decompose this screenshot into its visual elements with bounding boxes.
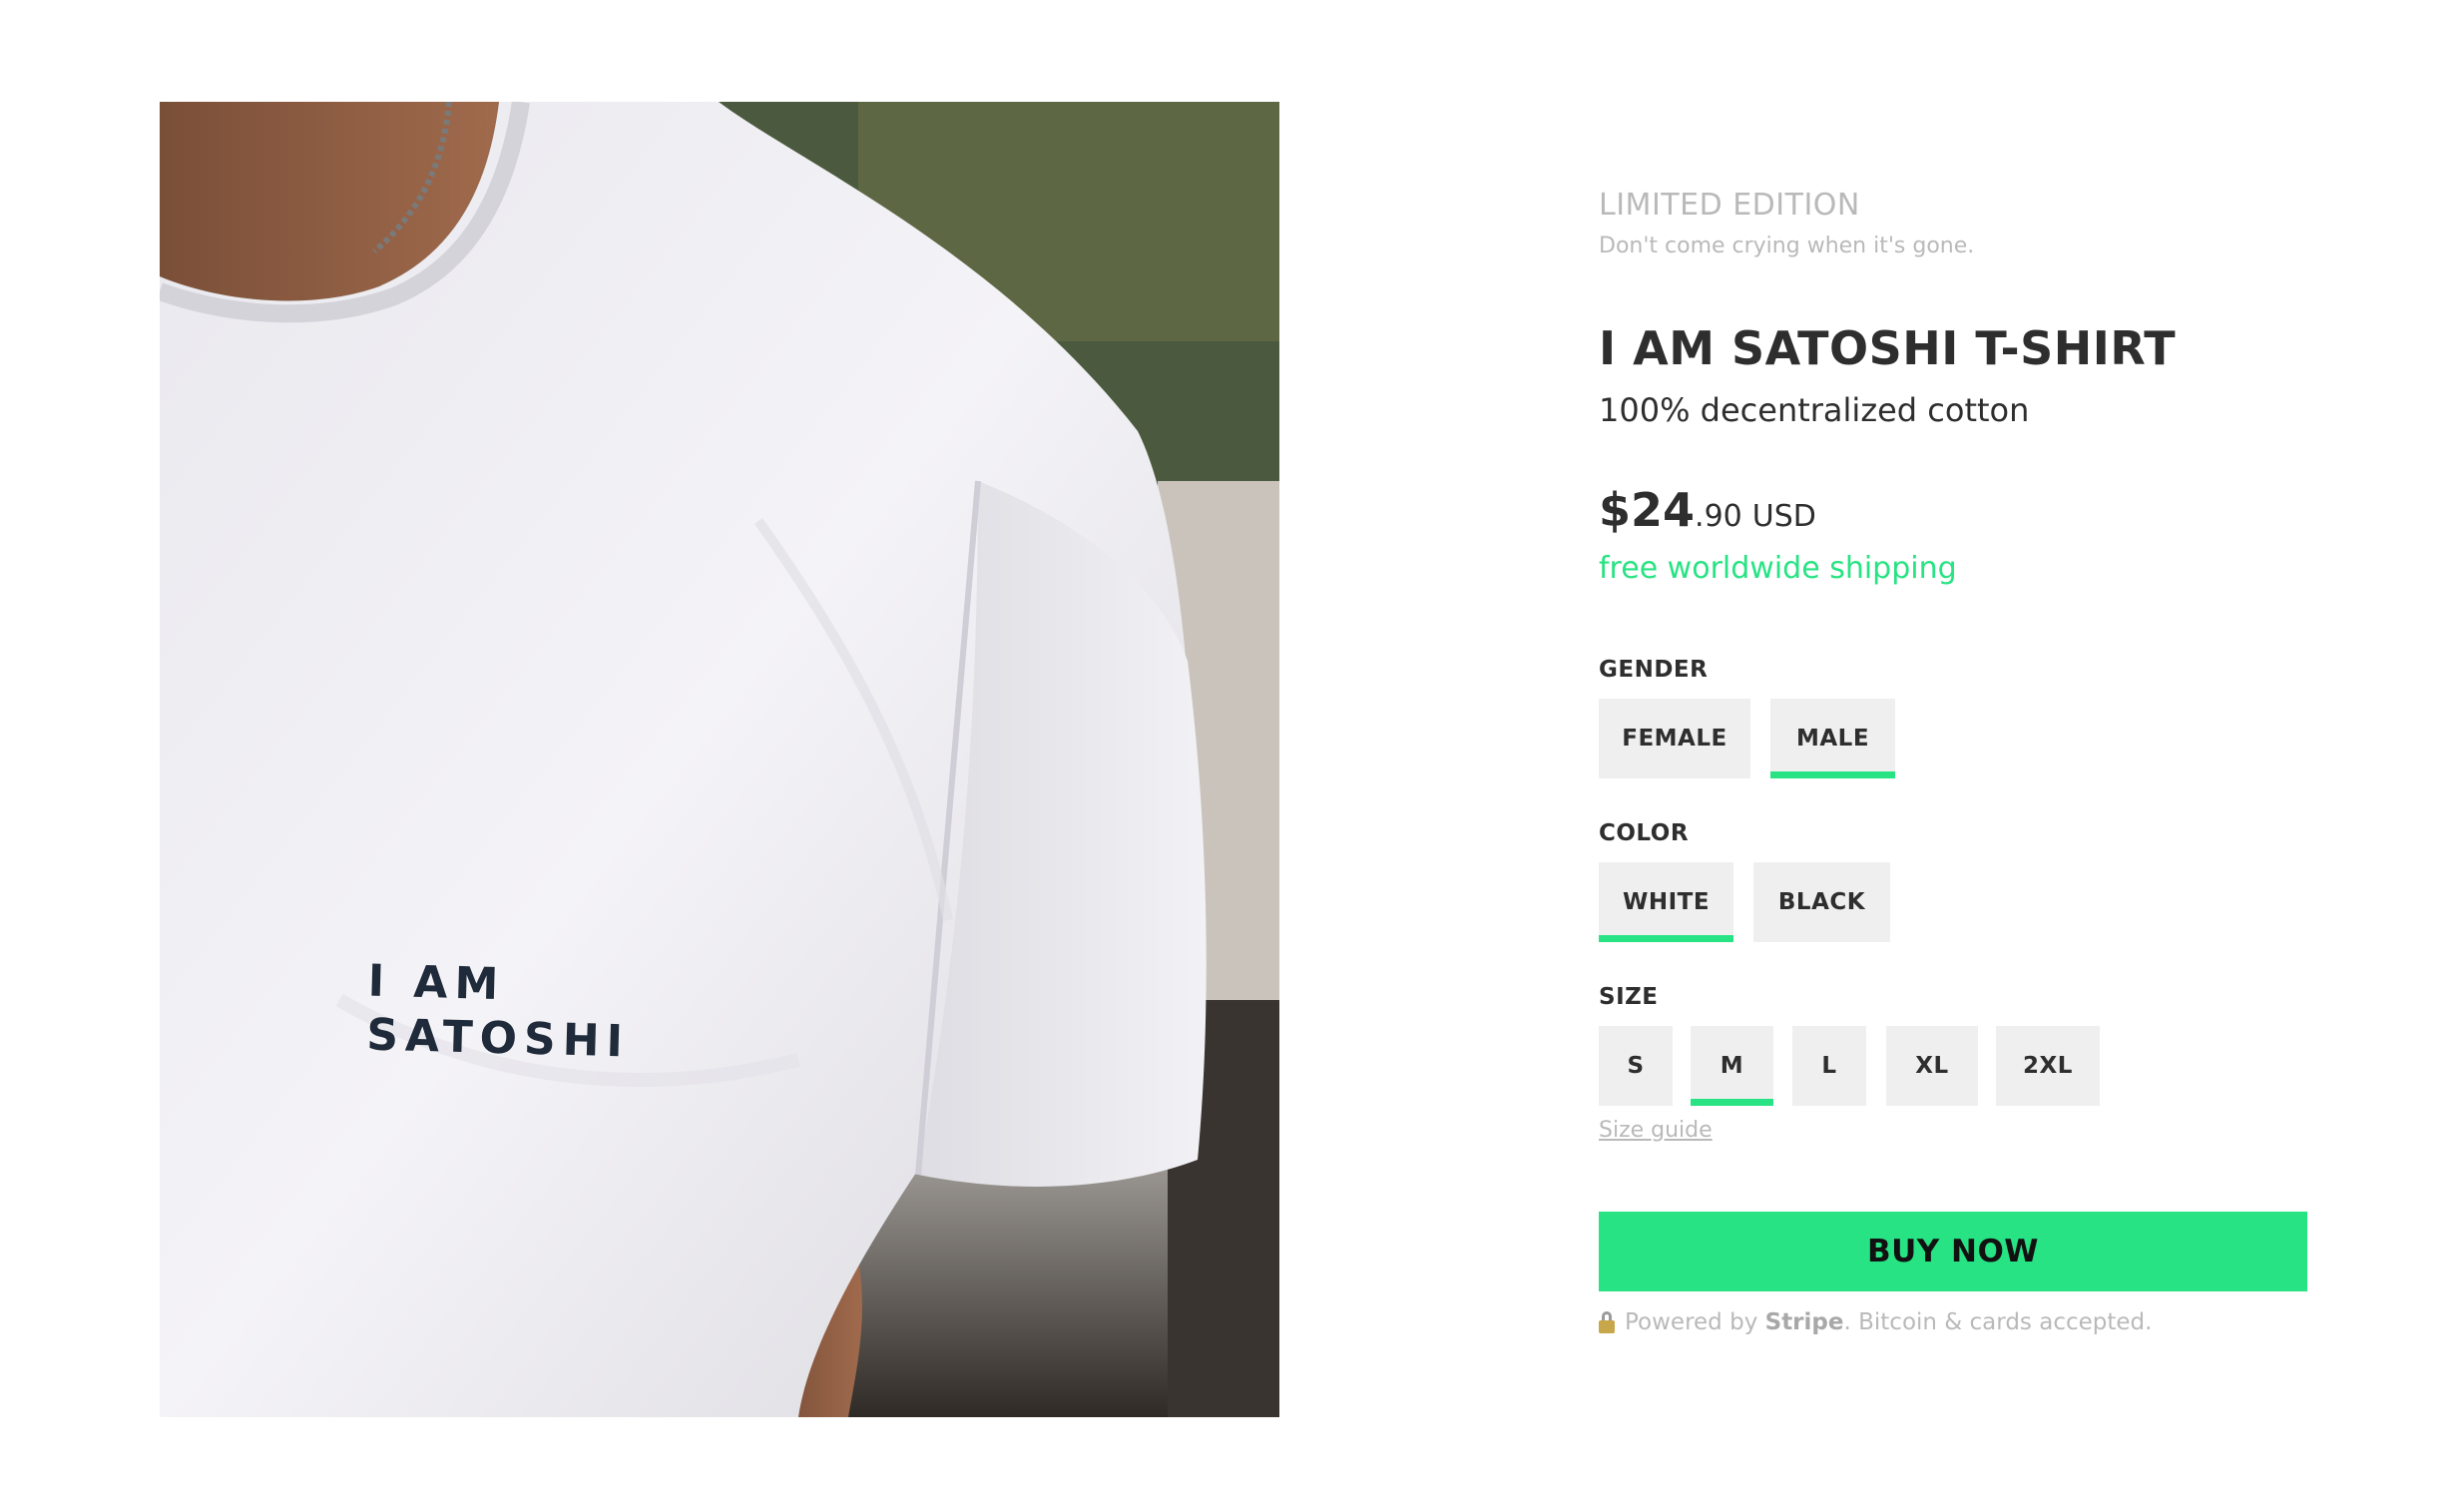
payment-note: Powered by Stripe. Bitcoin & cards accep… [1599,1309,2152,1335]
shipping-note: free worldwide shipping [1599,551,1957,586]
stripe-brand: Stripe [1764,1309,1844,1335]
payment-note-prefix: Powered by [1625,1309,1765,1335]
size-option-l[interactable]: L [1792,1026,1866,1106]
tshirt-photo-illustration [160,102,1279,1417]
gender-label: GENDER [1599,657,1709,683]
price-whole: $24 [1599,483,1696,537]
color-option-white[interactable]: WHITE [1599,862,1733,942]
size-option-s[interactable]: S [1599,1026,1673,1106]
price-cents: .90 [1695,499,1742,534]
color-option-black[interactable]: BLACK [1753,862,1890,942]
limited-edition-tagline: Don't come crying when it's gone. [1599,234,1975,258]
size-guide-link[interactable]: Size guide [1599,1118,1713,1143]
product-subtitle: 100% decentralized cotton [1599,391,2030,429]
size-option-m[interactable]: M [1691,1026,1773,1106]
product-image: I AM SATOSHI [160,102,1279,1417]
gender-option-male[interactable]: MALE [1770,699,1895,778]
gender-option-female[interactable]: FEMALE [1599,699,1750,778]
size-label: SIZE [1599,984,1659,1010]
price-currency: USD [1751,499,1816,534]
lock-icon [1599,1311,1615,1333]
size-option-xl[interactable]: XL [1886,1026,1978,1106]
size-option-2xl[interactable]: 2XL [1996,1026,2100,1106]
tshirt-print-text: I AM SATOSHI [365,955,631,1068]
buy-now-button[interactable]: BUY NOW [1599,1212,2307,1291]
product-title: I AM SATOSHI T-SHIRT [1599,321,2177,375]
payment-note-suffix: . Bitcoin & cards accepted. [1843,1309,2153,1335]
limited-edition-label: LIMITED EDITION [1599,188,1860,223]
product-price: $24.90 USD [1599,483,1816,537]
color-label: COLOR [1599,820,1690,846]
